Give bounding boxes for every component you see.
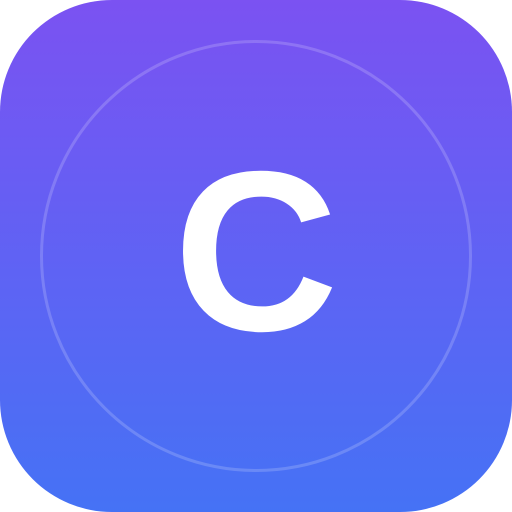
app-icon-canvas: C [0, 0, 512, 512]
app-icon[interactable]: C [0, 0, 512, 512]
app-letter-glyph: C [173, 125, 339, 379]
